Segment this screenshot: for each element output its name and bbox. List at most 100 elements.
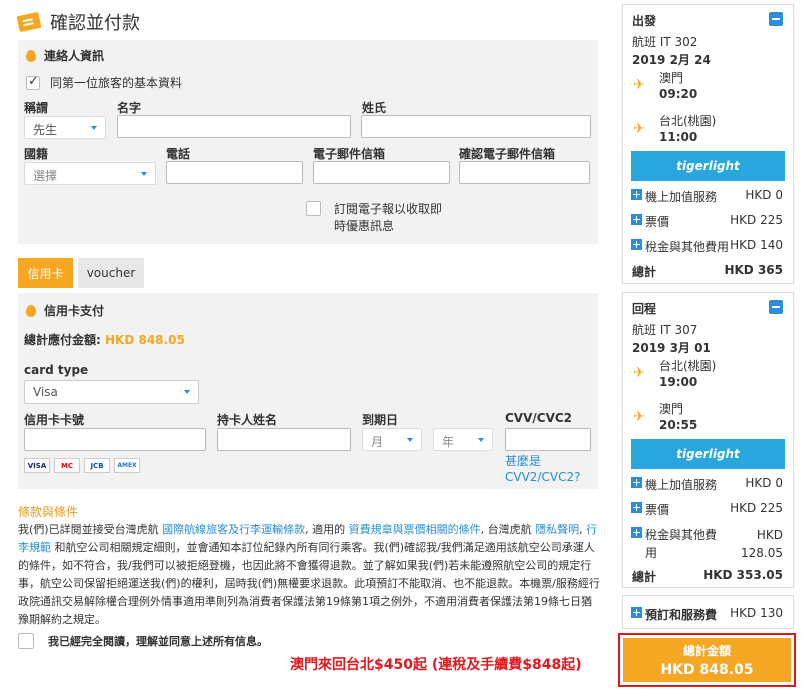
return-taxes-value-line-2: 128.05 bbox=[741, 546, 783, 560]
privacy-link[interactable]: 隱私聲明 bbox=[535, 523, 579, 536]
expiry-year-value: 年 bbox=[442, 435, 455, 449]
outbound-arr-airport: 台北(桃園) bbox=[659, 114, 717, 128]
cardholder-input[interactable] bbox=[217, 428, 351, 451]
terms-text-5: 和航空公司相關規定細則，並會通知本訂位紀錄內所有同行乘客。我(們)確認我/我們滿… bbox=[18, 541, 600, 626]
return-total-label: 總計 bbox=[632, 570, 657, 584]
booking-fee-box: 預訂和服務費 HKD 130 bbox=[622, 595, 794, 629]
return-taxes-value-line-1: HKD bbox=[756, 528, 783, 542]
same-as-first-checkbox[interactable] bbox=[26, 74, 40, 90]
chevron-down-icon bbox=[141, 172, 147, 176]
phone-label: 電話 bbox=[166, 147, 191, 161]
fare-brand-badge: tigerlight bbox=[631, 151, 785, 181]
return-addons-value: HKD 0 bbox=[745, 476, 783, 490]
outbound-arr-time: 11:00 bbox=[659, 130, 698, 144]
page-header: 確認並付款 bbox=[16, 8, 140, 36]
same-as-first-row[interactable]: 同第一位旅客的基本資料 bbox=[26, 74, 182, 91]
contact-heading-label: 連絡人資訊 bbox=[44, 49, 105, 63]
return-addons-label: 機上加值服務 bbox=[645, 478, 718, 492]
terms-text-3: , 台灣虎航 bbox=[480, 523, 536, 536]
chevron-down-icon bbox=[184, 390, 190, 394]
tab-voucher[interactable]: voucher bbox=[78, 258, 144, 288]
arrival-plane-icon: ✈ bbox=[633, 409, 645, 425]
tab-credit-card[interactable]: 信用卡 bbox=[18, 258, 73, 288]
expand-icon[interactable] bbox=[631, 214, 642, 225]
last-name-label: 姓氏 bbox=[362, 101, 387, 115]
outbound-fare-label: 票價 bbox=[645, 215, 670, 229]
salutation-select[interactable]: 先生 bbox=[24, 116, 106, 139]
expand-icon[interactable] bbox=[631, 189, 642, 200]
return-taxes-label-line-1: 稅金與其他費 bbox=[645, 528, 718, 542]
grand-total-label: 總計金額 bbox=[682, 644, 731, 658]
expand-icon[interactable] bbox=[631, 527, 642, 538]
amount-due: 總計應付金額: HKD 848.05 bbox=[24, 331, 185, 348]
newsletter-checkbox[interactable] bbox=[306, 201, 321, 216]
outbound-taxes-label: 稅金與其他費用 bbox=[645, 240, 730, 254]
expand-icon[interactable] bbox=[631, 502, 642, 513]
same-as-first-label: 同第一位旅客的基本資料 bbox=[50, 76, 183, 90]
departure-plane-icon: ✈ bbox=[633, 77, 645, 93]
card-number-label: 信用卡卡號 bbox=[24, 413, 85, 427]
chevron-down-icon bbox=[91, 126, 97, 130]
outbound-dep-airport: 澳門 bbox=[659, 71, 684, 85]
return-heading: 回程 bbox=[632, 302, 657, 316]
expiry-year-select[interactable]: 年 bbox=[433, 428, 493, 451]
card-logos: VISA MC JCB AMEX bbox=[24, 458, 140, 473]
outbound-addons-label: 機上加值服務 bbox=[645, 190, 718, 204]
expiry-month-select[interactable]: 月 bbox=[362, 428, 422, 451]
expiry-month-value: 月 bbox=[371, 435, 384, 449]
email-label: 電子郵件信箱 bbox=[313, 147, 386, 161]
return-taxes-label: 稅金與其他費 用 bbox=[645, 526, 717, 562]
fare-rules-link[interactable]: 資費規章與票價相關的條件 bbox=[349, 523, 481, 536]
flame-icon bbox=[26, 304, 36, 317]
first-name-label: 名字 bbox=[117, 101, 142, 115]
cardholder-label: 持卡人姓名 bbox=[217, 413, 278, 427]
card-type-label: card type bbox=[24, 363, 89, 377]
agree-row[interactable]: 我已經完全閱讀，理解並同意上述所有信息。 bbox=[18, 633, 268, 649]
first-name-input[interactable] bbox=[117, 115, 351, 138]
cvv-label: CVV/CVC2 bbox=[505, 411, 573, 425]
expand-icon[interactable] bbox=[631, 607, 642, 618]
collapse-icon[interactable] bbox=[769, 12, 783, 26]
grand-total-box: 總計金額 HKD 848.05 bbox=[618, 633, 796, 687]
last-name-input[interactable] bbox=[361, 115, 591, 138]
credit-card-panel: 信用卡支付 總計應付金額: HKD 848.05 card type Visa … bbox=[18, 293, 598, 489]
card-type-select[interactable]: Visa bbox=[24, 380, 199, 404]
arrival-plane-icon: ✈ bbox=[633, 121, 645, 137]
card-number-input[interactable] bbox=[24, 428, 206, 451]
outbound-addons-value: HKD 0 bbox=[745, 188, 783, 202]
amount-due-label: 總計應付金額: bbox=[24, 333, 101, 347]
confirm-email-label: 確認電子郵件信箱 bbox=[459, 147, 556, 161]
chevron-down-icon bbox=[407, 438, 413, 442]
return-fare-value: HKD 225 bbox=[730, 501, 783, 515]
agree-checkbox[interactable] bbox=[18, 633, 34, 649]
collapse-icon[interactable] bbox=[769, 300, 783, 314]
cvv-input[interactable] bbox=[505, 428, 591, 451]
card-heading: 信用卡支付 bbox=[26, 302, 104, 319]
promo-banner: 澳門來回台北$450起 (連稅及手續費$848起) bbox=[290, 657, 582, 673]
cvv-help-link[interactable]: 甚麼是 CVV2/CVC2? bbox=[505, 453, 580, 485]
return-taxes-value: HKD 128.05 bbox=[741, 526, 783, 562]
carriage-terms-link[interactable]: 國際航線旅客及行李運輸條款 bbox=[162, 523, 305, 536]
expand-icon[interactable] bbox=[631, 477, 642, 488]
return-fare-label: 票價 bbox=[645, 503, 670, 517]
expand-icon[interactable] bbox=[631, 239, 642, 250]
confirm-email-input[interactable] bbox=[459, 161, 590, 184]
outbound-summary: 出發 航班 IT 302 2019 2月 24 ✈ 澳門 09:20 ✈ 台北(… bbox=[622, 4, 794, 284]
chevron-down-icon bbox=[478, 438, 484, 442]
terms-text-2: , 適用的 bbox=[305, 523, 349, 536]
email-input[interactable] bbox=[313, 161, 450, 184]
return-dep-time: 19:00 bbox=[659, 375, 698, 389]
card-type-value: Visa bbox=[33, 385, 58, 399]
return-flight: 航班 IT 307 bbox=[632, 323, 698, 337]
return-taxes-label-line-2: 用 bbox=[645, 546, 658, 560]
outbound-date: 2019 2月 24 bbox=[632, 53, 711, 67]
cvv-help-line-1: 甚麼是 bbox=[505, 454, 542, 468]
phone-input[interactable] bbox=[166, 161, 303, 184]
nationality-select[interactable]: 選擇 bbox=[24, 162, 156, 185]
outbound-dep-time: 09:20 bbox=[659, 87, 698, 101]
return-summary: 回程 航班 IT 307 2019 3月 01 ✈ 台北(桃園) 19:00 ✈… bbox=[622, 292, 794, 588]
outbound-heading: 出發 bbox=[632, 14, 657, 28]
terms-title: 條款與條件 bbox=[18, 505, 79, 519]
jcb-logo-icon: JCB bbox=[84, 458, 110, 473]
return-date: 2019 3月 01 bbox=[632, 341, 711, 355]
